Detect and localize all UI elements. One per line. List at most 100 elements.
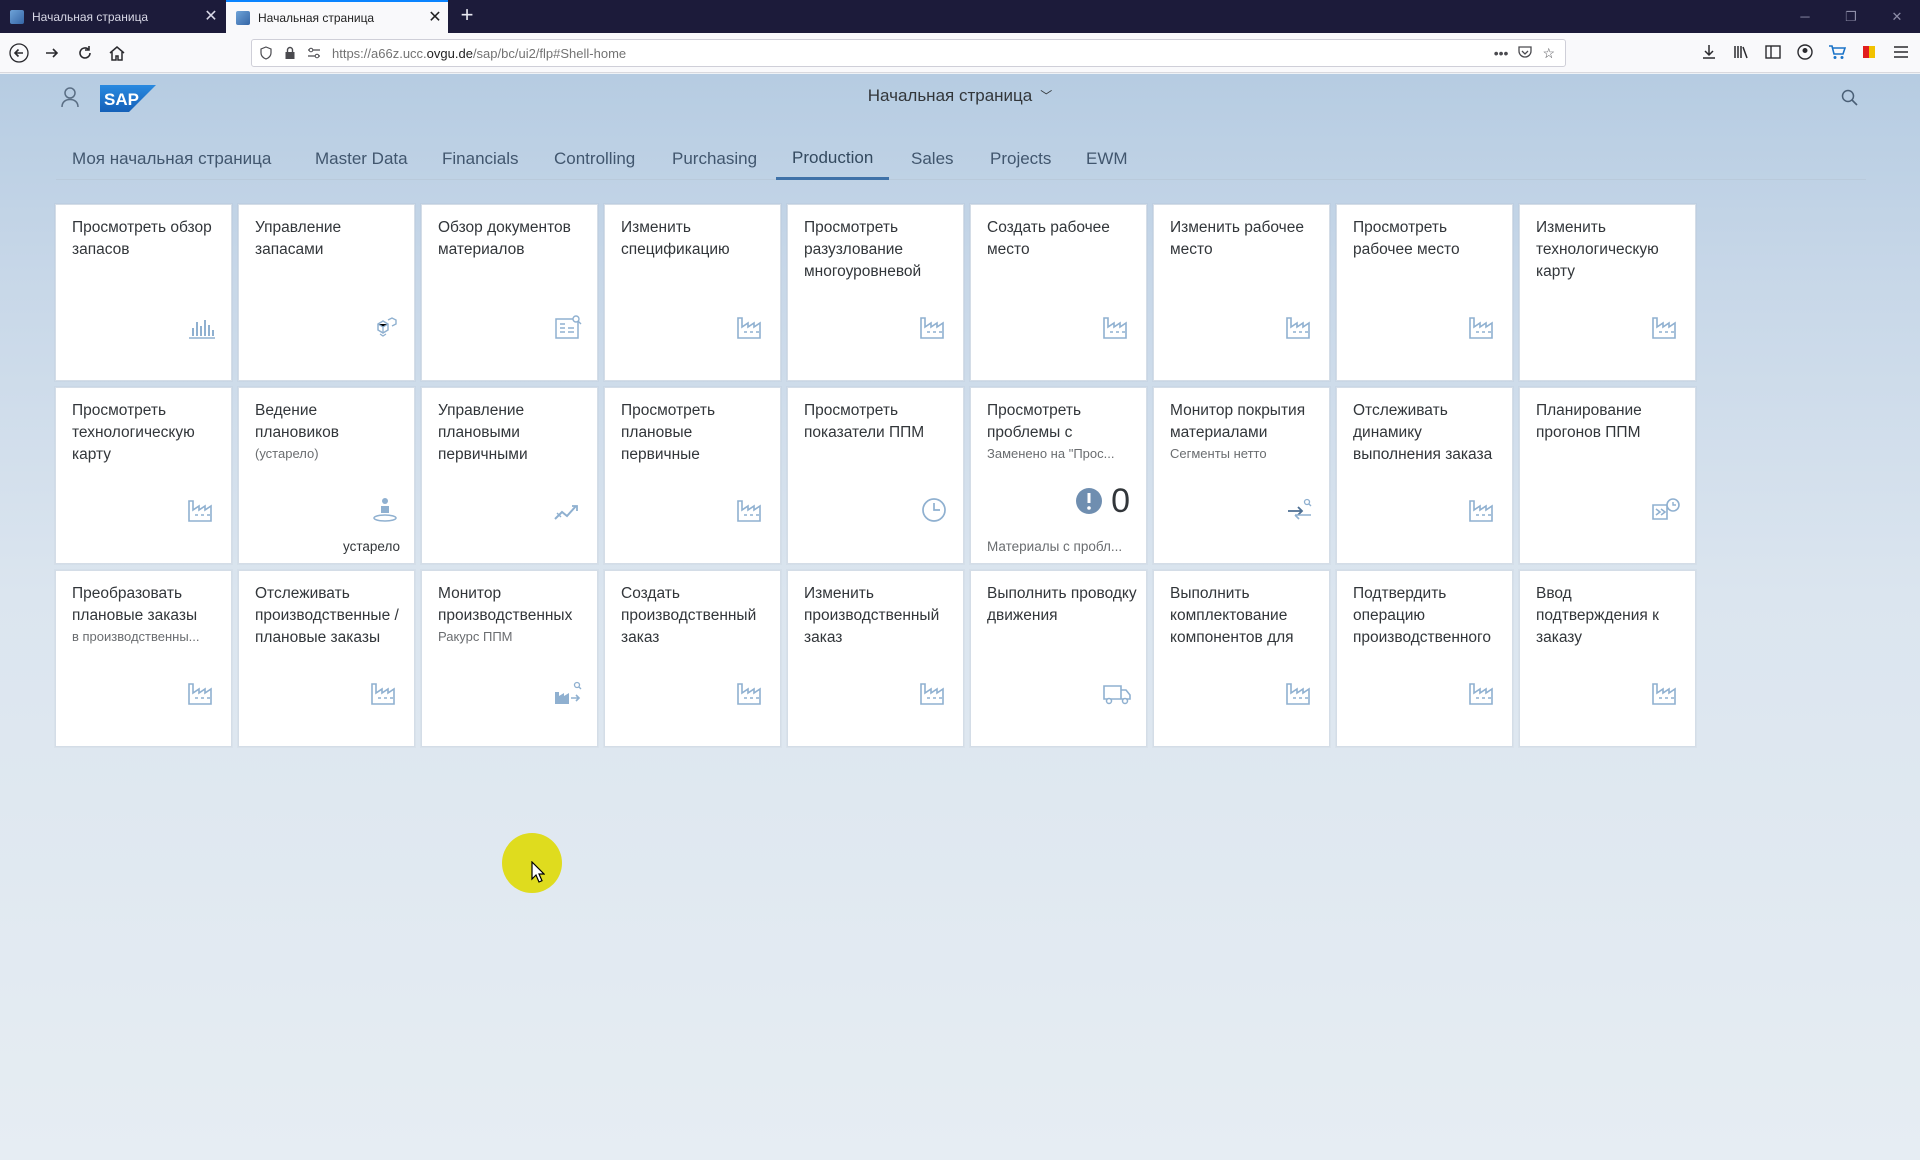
- tile-title: Просмотреть плановые первичные: [621, 402, 716, 463]
- app-tile[interactable]: Изменить спецификацию: [604, 204, 781, 381]
- app-tile[interactable]: Преобразовать плановые заказы в производс…: [55, 570, 232, 747]
- app-tile[interactable]: Просмотреть проблемы с Заменено на "Прос.…: [970, 387, 1147, 564]
- app-tile[interactable]: Управление плановыми первичными: [421, 387, 598, 564]
- mouse-cursor-icon: [531, 861, 545, 883]
- tile-title: Просмотреть обзор запасов: [72, 219, 212, 258]
- tile-title: Обзор документов материалов: [438, 219, 571, 258]
- restore-icon[interactable]: ❐: [1828, 0, 1874, 33]
- tile-title: Подтвердить операцию производственного: [1353, 585, 1491, 646]
- app-tile[interactable]: Создать производственный заказ: [604, 570, 781, 747]
- browser-tab-active[interactable]: Начальная страница ✕: [226, 0, 448, 33]
- trend-icon: [553, 497, 583, 523]
- app-tile[interactable]: Просмотреть обзор запасов: [55, 204, 232, 381]
- tab-master-data[interactable]: Master Data: [299, 138, 424, 180]
- bookmark-star-icon[interactable]: ☆: [1542, 45, 1555, 62]
- cubes-icon: [370, 314, 400, 340]
- tile-title: Преобразовать плановые заказы: [72, 585, 198, 624]
- cart-icon[interactable]: [1826, 41, 1848, 63]
- tile-title: Отслеживать динамику выполнения заказа: [1353, 402, 1493, 463]
- factory-icon: [1651, 680, 1681, 706]
- tile-title: Планирование прогонов ППМ: [1536, 402, 1642, 441]
- account-icon[interactable]: [1794, 41, 1816, 63]
- address-bar-actions: ••• ☆: [1494, 45, 1565, 62]
- url-path: /sap/bc/ui2/flp#Shell-home: [472, 45, 627, 61]
- sidebar-icon[interactable]: [1762, 41, 1784, 63]
- app-tile[interactable]: Изменить производственный заказ: [787, 570, 964, 747]
- close-window-icon[interactable]: ✕: [1874, 0, 1920, 33]
- more-actions-icon[interactable]: •••: [1494, 45, 1509, 62]
- lock-icon[interactable]: [280, 43, 300, 63]
- tile-kpi-value: 0: [1111, 482, 1130, 520]
- download-icon[interactable]: [1698, 41, 1720, 63]
- address-bar[interactable]: https://a66z.ucc.ovgu.de/sap/bc/ui2/flp#…: [251, 39, 1566, 67]
- group-tab-bar: Моя начальная страница Master Data Finan…: [56, 138, 1866, 180]
- forward-icon[interactable]: [37, 38, 67, 68]
- factory-icon: [1285, 314, 1315, 340]
- factory-icon: [919, 314, 949, 340]
- clock-icon: [919, 497, 949, 523]
- back-icon[interactable]: [4, 38, 34, 68]
- tab-ewm[interactable]: EWM: [1070, 138, 1144, 180]
- shell-header: SAP Начальная страница ﹀: [0, 74, 1920, 122]
- app-tile[interactable]: Просмотреть рабочее место: [1336, 204, 1513, 381]
- browser-tab-bar: Начальная страница ✕ Начальная страница …: [0, 0, 1920, 33]
- app-tile[interactable]: Изменить технологическую карту: [1519, 204, 1696, 381]
- app-tile[interactable]: Отслеживать динамику выполнения заказа: [1336, 387, 1513, 564]
- close-icon[interactable]: ✕: [422, 9, 448, 26]
- flag-extension-icon[interactable]: [1858, 41, 1880, 63]
- tab-production[interactable]: Production: [776, 138, 890, 180]
- factory-icon: [1468, 497, 1498, 523]
- close-icon[interactable]: ✕: [198, 8, 224, 25]
- new-tab-button[interactable]: +: [455, 4, 479, 28]
- tile-footer: Материалы с пробл...: [987, 539, 1123, 554]
- bar-chart-icon: [187, 314, 217, 340]
- tab-my-home[interactable]: Моя начальная страница: [56, 138, 287, 180]
- pocket-icon[interactable]: [1518, 45, 1533, 62]
- app-tile[interactable]: Просмотреть показатели ППМ: [787, 387, 964, 564]
- schedule-run-icon: [1651, 497, 1681, 523]
- permissions-icon[interactable]: [304, 43, 324, 63]
- search-icon[interactable]: [1840, 88, 1860, 108]
- library-icon[interactable]: [1730, 41, 1752, 63]
- shell-title-menu[interactable]: Начальная страница ﹀: [0, 86, 1920, 106]
- factory-icon: [736, 680, 766, 706]
- app-tile[interactable]: Выполнить комплектование компонентов для: [1153, 570, 1330, 747]
- tab-controlling[interactable]: Controlling: [538, 138, 651, 180]
- tab-sales[interactable]: Sales: [895, 138, 970, 180]
- tab-projects[interactable]: Projects: [974, 138, 1067, 180]
- app-tile[interactable]: Обзор документов материалов: [421, 204, 598, 381]
- app-tile[interactable]: Отслеживать производственные / плановые …: [238, 570, 415, 747]
- favicon-icon: [10, 9, 24, 24]
- app-tile[interactable]: Ввод подтверждения к заказу: [1519, 570, 1696, 747]
- tile-title: Создать рабочее место: [987, 219, 1110, 258]
- app-tile[interactable]: Просмотреть плановые первичные: [604, 387, 781, 564]
- app-tile[interactable]: Изменить рабочее место: [1153, 204, 1330, 381]
- reload-icon[interactable]: [70, 38, 100, 68]
- menu-icon[interactable]: [1890, 41, 1912, 63]
- tile-title: Изменить технологическую карту: [1536, 219, 1659, 280]
- document-search-icon: [553, 314, 583, 340]
- app-tile[interactable]: Управление запасами: [238, 204, 415, 381]
- app-tile[interactable]: Просмотреть разузлование многоуровневой: [787, 204, 964, 381]
- browser-tab[interactable]: Начальная страница ✕: [0, 0, 224, 33]
- app-tile[interactable]: Монитор производственных Ракурс ППМ: [421, 570, 598, 747]
- app-tile[interactable]: Подтвердить операцию производственного: [1336, 570, 1513, 747]
- tile-subtitle: Заменено на "Прос...: [987, 446, 1115, 461]
- tile-title: Изменить рабочее место: [1170, 219, 1304, 258]
- app-tile[interactable]: Планирование прогонов ППМ: [1519, 387, 1696, 564]
- home-icon[interactable]: [102, 38, 132, 68]
- app-tile[interactable]: Выполнить проводку движения: [970, 570, 1147, 747]
- page-title: Начальная страница: [867, 86, 1033, 105]
- app-tile[interactable]: Создать рабочее место: [970, 204, 1147, 381]
- shield-icon[interactable]: [256, 43, 276, 63]
- app-tile[interactable]: Монитор покрытия материалами Сегменты нет…: [1153, 387, 1330, 564]
- tab-purchasing[interactable]: Purchasing: [656, 138, 773, 180]
- tab-financials[interactable]: Financials: [426, 138, 535, 180]
- minimize-icon[interactable]: ─: [1782, 0, 1828, 33]
- alert-icon: [1075, 487, 1103, 515]
- url-host: ovgu.de: [426, 45, 473, 61]
- app-tile[interactable]: Просмотреть технологическую карту: [55, 387, 232, 564]
- tile-title: Управление плановыми первичными: [438, 402, 528, 463]
- tile-kpi: 0: [1075, 483, 1130, 519]
- app-tile[interactable]: Ведение плановиков (устарело) устарело: [238, 387, 415, 564]
